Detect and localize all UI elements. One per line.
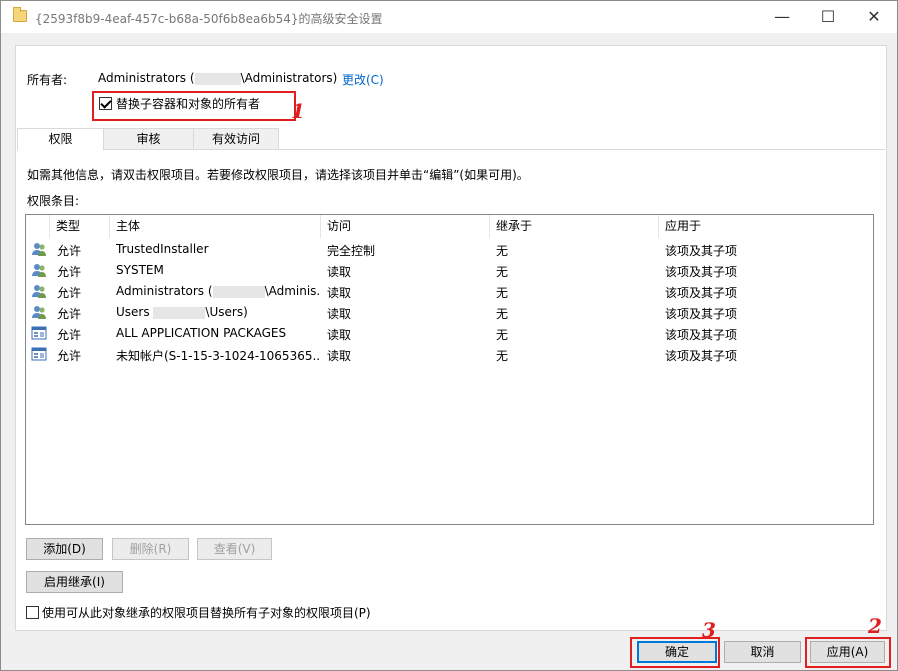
entry-principal: SYSTEM (116, 263, 164, 277)
entry-applies-to: 该项及其子项 (665, 349, 738, 363)
entry-access: 读取 (327, 328, 352, 342)
entry-type: 允许 (57, 265, 82, 279)
entry-inherited-from: 无 (496, 286, 509, 300)
column-header-icon (26, 215, 50, 238)
user-group-icon (31, 241, 47, 257)
entry-access: 读取 (327, 349, 352, 363)
column-header-applies-to[interactable]: 应用于 (659, 215, 873, 238)
permission-entry-row[interactable]: 允许 SYSTEM 读取 无 该项及其子项 (26, 260, 873, 281)
redacted-domain (153, 306, 206, 319)
annotation-number-1: 1 (291, 99, 305, 123)
entry-principal: 未知帐户(S-1-15-3-1024-1065365... (116, 349, 319, 363)
replace-child-permissions-checkbox[interactable] (26, 606, 39, 619)
add-button[interactable]: 添加(D) (26, 538, 103, 560)
owner-value: Administrators (\Administrators) (98, 71, 338, 85)
folder-icon (13, 7, 27, 22)
permission-entry-row[interactable]: 允许 TrustedInstaller 完全控制 无 该项及其子项 (26, 239, 873, 260)
column-header-access[interactable]: 访问 (321, 215, 490, 238)
entry-principal: ALL APPLICATION PACKAGES (116, 326, 287, 340)
window-title: {2593f8b9-4eaf-457c-b68a-50f6b8ea6b54}的高… (35, 12, 383, 26)
info-text: 如需其他信息，请双击权限项目。若要修改权限项目，请选择该项目并单击“编辑”(如果… (27, 168, 529, 182)
entries-label: 权限条目: (27, 194, 80, 208)
user-group-icon (31, 283, 47, 299)
redacted-domain (212, 285, 265, 298)
remove-button[interactable]: 删除(R) (112, 538, 189, 560)
entry-access: 读取 (327, 265, 352, 279)
title-bar: {2593f8b9-4eaf-457c-b68a-50f6b8ea6b54}的高… (1, 1, 897, 33)
minimize-button[interactable]: — (759, 1, 805, 33)
entry-type: 允许 (57, 328, 82, 342)
column-header-principal[interactable]: 主体 (110, 215, 321, 238)
entry-applies-to: 该项及其子项 (665, 265, 738, 279)
entry-applies-to: 该项及其子项 (665, 244, 738, 258)
tab-effective-access[interactable]: 有效访问 (193, 128, 279, 150)
entry-type: 允许 (57, 286, 82, 300)
annotation-box-1 (92, 91, 296, 121)
entry-access: 完全控制 (327, 244, 376, 258)
entry-principal: Administrators (\Adminis... (116, 284, 319, 298)
tab-auditing[interactable]: 审核 (103, 128, 194, 150)
entry-inherited-from: 无 (496, 244, 509, 258)
entry-access: 读取 (327, 307, 352, 321)
user-group-icon (31, 304, 47, 320)
permission-entry-row[interactable]: 允许 ALL APPLICATION PACKAGES 读取 无 该项及其子项 (26, 323, 873, 344)
entry-inherited-from: 无 (496, 307, 509, 321)
redacted-domain (194, 72, 241, 85)
annotation-number-2: 2 (868, 614, 882, 638)
advanced-security-settings-window: {2593f8b9-4eaf-457c-b68a-50f6b8ea6b54}的高… (0, 0, 898, 671)
entry-inherited-from: 无 (496, 265, 509, 279)
annotation-box-2 (805, 637, 891, 668)
enable-inheritance-button[interactable]: 启用继承(I) (26, 571, 123, 593)
user-group-icon (31, 262, 47, 278)
close-button[interactable]: ✕ (851, 1, 897, 33)
entry-applies-to: 该项及其子项 (665, 328, 738, 342)
permission-entry-row[interactable]: 允许 Administrators (\Adminis... 读取 无 该项及其子项 (26, 281, 873, 302)
permission-entries-list[interactable]: 类型 主体 访问 继承于 应用于 允许 TrustedInstaller 完全控制无… (25, 214, 874, 525)
change-owner-link[interactable]: 更改(C) (342, 71, 384, 88)
column-header-type[interactable]: 类型 (50, 215, 110, 238)
app-package-icon (31, 346, 47, 362)
permission-entry-row[interactable]: 允许 Users \Users) 读取 无 该项及其子项 (26, 302, 873, 323)
cancel-button[interactable]: 取消 (724, 641, 801, 663)
view-button[interactable]: 查看(V) (197, 538, 272, 560)
entry-applies-to: 该项及其子项 (665, 307, 738, 321)
column-header-inherited-from[interactable]: 继承于 (490, 215, 659, 238)
entry-inherited-from: 无 (496, 349, 509, 363)
replace-child-permissions-label: 使用可从此对象继承的权限项目替换所有子对象的权限项目(P) (42, 606, 371, 620)
entry-applies-to: 该项及其子项 (665, 286, 738, 300)
entry-type: 允许 (57, 307, 82, 321)
entry-access: 读取 (327, 286, 352, 300)
app-package-icon (31, 325, 47, 341)
owner-label: 所有者: (27, 73, 68, 87)
permission-entry-row[interactable]: 允许 未知帐户(S-1-15-3-1024-1065365... 读取 无 该项及其子项 (26, 344, 873, 365)
entry-inherited-from: 无 (496, 328, 509, 342)
tab-permissions[interactable]: 权限 (17, 128, 104, 151)
entry-principal: TrustedInstaller (116, 242, 209, 256)
entry-principal: Users \Users) (116, 305, 248, 319)
maximize-button[interactable]: ☐ (805, 1, 851, 33)
entry-type: 允许 (57, 244, 82, 258)
entry-type: 允许 (57, 349, 82, 363)
annotation-number-3: 3 (702, 618, 716, 642)
